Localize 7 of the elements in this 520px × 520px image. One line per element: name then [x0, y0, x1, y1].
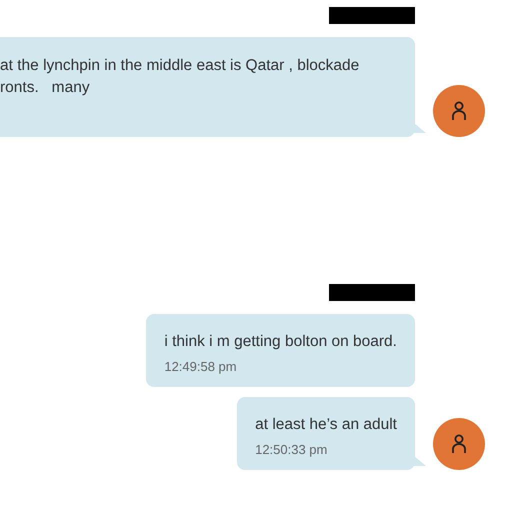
message-time: 12:50:33 pm [255, 442, 328, 457]
user-icon [451, 434, 467, 454]
message-text: i think i m getting bolton on board. [164, 332, 397, 352]
user-icon [451, 101, 467, 121]
message-text: at least he’s an adult [255, 415, 397, 435]
message-text: at the lynchpin in the middle east is Qatar , blockade ronts. many [0, 56, 360, 98]
message-time: 12:49:58 pm [164, 359, 238, 374]
